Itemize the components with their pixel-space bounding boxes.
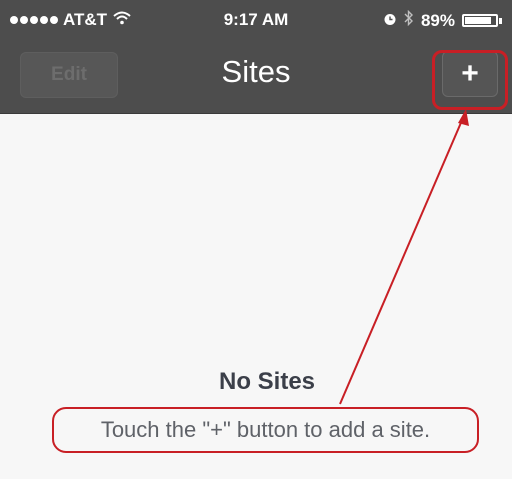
alarm-icon: [383, 11, 397, 31]
battery-fill: [465, 17, 492, 24]
battery-percent: 89%: [420, 10, 455, 30]
battery-tip: [499, 17, 502, 24]
add-button-highlight: [432, 50, 508, 110]
status-right: 89%: [383, 9, 502, 31]
empty-state-message: Touch the "+" button to add a site.: [52, 407, 479, 453]
bluetooth-icon: [404, 9, 414, 31]
empty-state-title: No Sites: [218, 368, 316, 395]
status-bar: AT&T 9:17 AM 89%: [0, 0, 512, 40]
battery-icon: [462, 14, 498, 27]
